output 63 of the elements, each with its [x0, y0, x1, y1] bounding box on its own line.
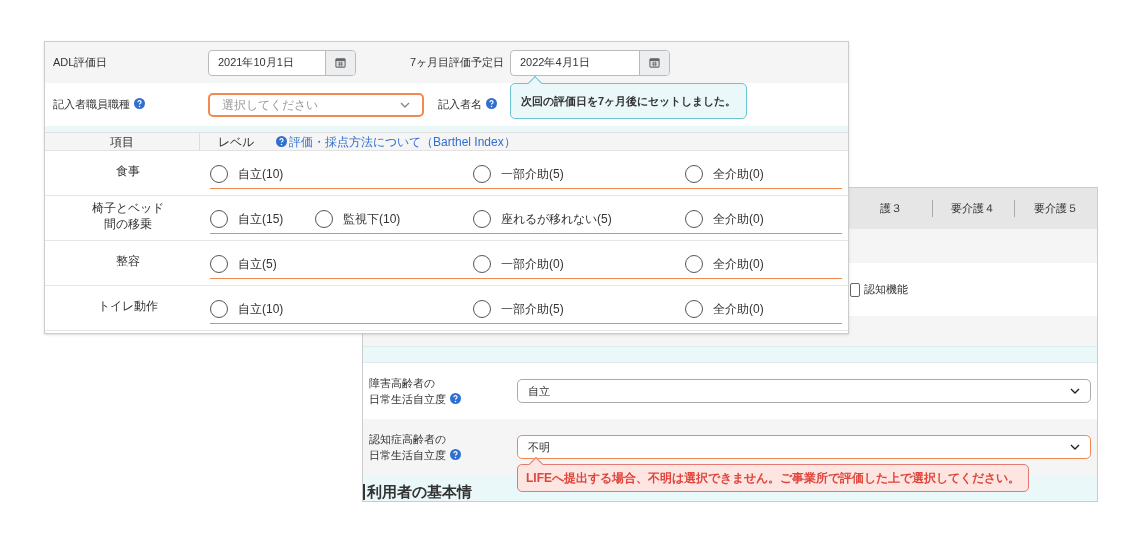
- field-label: 認知症高齢者の 日常生活自立度: [369, 433, 446, 461]
- item-label: トイレ動作: [97, 298, 158, 314]
- field-label: 障害高齢者の 日常生活自立度: [369, 377, 446, 405]
- select-field[interactable]: 不明: [517, 435, 1091, 459]
- radio-label: 自立(5): [238, 256, 277, 273]
- radio-button[interactable]: [473, 300, 491, 318]
- select-field[interactable]: 自立: [517, 379, 1091, 403]
- radio-label: 一部介助(0): [501, 256, 564, 273]
- item-label: 椅子とベッド 間の移乗: [91, 200, 164, 232]
- radio-button[interactable]: [685, 210, 703, 228]
- calendar-button[interactable]: [325, 50, 355, 75]
- field-label: 記入者職員職種: [53, 98, 130, 111]
- radio-label: 全介助(0): [713, 256, 764, 273]
- item-label: 整容: [115, 253, 140, 269]
- tab[interactable]: 要介護４: [931, 200, 1015, 217]
- radio-label: 自立(10): [238, 166, 284, 183]
- radio-button[interactable]: [210, 165, 228, 183]
- radio-label: 自立(15): [238, 211, 284, 228]
- tab[interactable]: 要介護５: [1014, 200, 1097, 217]
- calendar-icon: [335, 57, 346, 68]
- radio-button[interactable]: [473, 165, 491, 183]
- radio-label: 監視下(10): [343, 211, 401, 228]
- radio-label: 自立(10): [238, 301, 284, 318]
- radio-label: 一部介助(5): [501, 166, 564, 183]
- section-heading: 利用者の基本情: [367, 483, 472, 501]
- field-label: 記入者名: [438, 98, 482, 111]
- radio-button[interactable]: [685, 300, 703, 318]
- radio-label: 座れるが移れない(5): [501, 211, 612, 228]
- radio-button[interactable]: [210, 210, 228, 228]
- radio-button[interactable]: [685, 165, 703, 183]
- date-field[interactable]: 2021年10月1日: [208, 49, 356, 76]
- help-icon: [450, 449, 461, 460]
- help-icon: [486, 98, 497, 110]
- column-header: 項目: [45, 132, 200, 151]
- date-field[interactable]: 2022年4月1日: [510, 49, 670, 76]
- tab[interactable]: 護３: [850, 200, 932, 217]
- chevron-down-icon: [1070, 444, 1080, 450]
- chevron-down-icon: [1070, 388, 1080, 394]
- radio-button[interactable]: [210, 255, 228, 273]
- radio-button[interactable]: [315, 210, 333, 228]
- radio-label: 全介助(0): [713, 301, 764, 318]
- checkbox[interactable]: [850, 282, 860, 297]
- radio-label: 全介助(0): [713, 211, 764, 228]
- help-icon: [450, 393, 461, 404]
- help-link[interactable]: 評価・採点方法について（Barthel Index）: [272, 132, 516, 151]
- info-tooltip: 次回の評価日を7ヶ月後にセットしました。: [510, 82, 748, 119]
- item-label: 食事: [115, 163, 140, 179]
- calendar-icon: [649, 57, 660, 68]
- help-icon: [134, 98, 145, 110]
- radio-button[interactable]: [473, 210, 491, 228]
- checkbox-label: 認知機能: [864, 282, 908, 298]
- chevron-down-icon: [400, 101, 410, 108]
- radio-label: 全介助(0): [713, 166, 764, 183]
- calendar-button[interactable]: [639, 50, 669, 75]
- error-tooltip: LIFEへ提出する場合、不明は選択できません。ご事業所で評価した上で選択してください。: [517, 464, 1029, 492]
- radio-label: 一部介助(5): [501, 301, 564, 318]
- help-icon: [276, 136, 287, 147]
- radio-button[interactable]: [685, 255, 703, 273]
- field-label: ADL評価日: [53, 55, 109, 71]
- column-header: レベル: [218, 133, 254, 151]
- radio-button[interactable]: [210, 300, 228, 318]
- radio-button[interactable]: [473, 255, 491, 273]
- field-label: 7ヶ月目評価予定日: [409, 55, 504, 71]
